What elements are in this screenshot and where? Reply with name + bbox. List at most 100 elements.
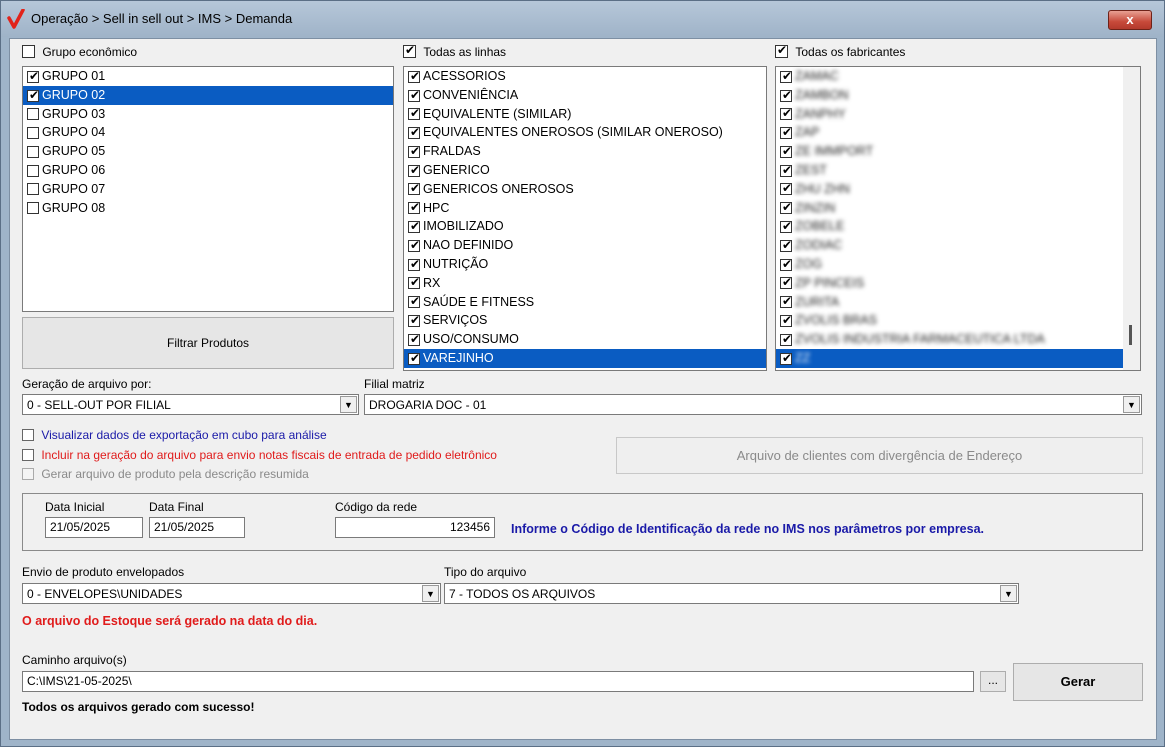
item-checkbox[interactable] (780, 88, 792, 103)
list-item[interactable]: FRALDAS (404, 142, 766, 161)
list-item[interactable]: ACESSORIOS (404, 67, 766, 86)
list-item[interactable]: NAO DEFINIDO (404, 236, 766, 255)
fabricantes-list[interactable]: ZAMAC ZAMBON ZANPHY ZAP ZE IMMPORT ZEST ZHU ZH… (775, 66, 1141, 371)
item-checkbox[interactable] (780, 163, 792, 178)
list-item[interactable]: ZP PINCEIS (776, 274, 1140, 293)
list-item[interactable]: CONVENIÊNCIA (404, 86, 766, 105)
linhas-list[interactable]: ACESSORIOS CONVENIÊNCIA EQUIVALENTE (SIMIL… (403, 66, 767, 371)
geracao-select[interactable]: 0 - SELL-OUT POR FILIAL ▼ (22, 394, 359, 415)
chevron-down-icon[interactable]: ▼ (1123, 396, 1140, 413)
list-item[interactable]: GRUPO 03 (23, 105, 393, 124)
visualizar-option[interactable]: Visualizar dados de exportação em cubo p… (22, 427, 327, 442)
list-item[interactable]: USO/CONSUMO (404, 330, 766, 349)
list-item[interactable]: GRUPO 06 (23, 161, 393, 180)
item-checkbox[interactable] (408, 200, 420, 215)
list-item[interactable]: GENERICOS ONEROSOS (404, 180, 766, 199)
list-item[interactable]: ZURITA (776, 293, 1140, 312)
item-checkbox[interactable] (780, 238, 792, 253)
item-checkbox[interactable] (780, 106, 792, 121)
linhas-all-checkbox[interactable] (403, 43, 416, 59)
fabricantes-scrollbar[interactable] (1123, 67, 1140, 370)
browse-button[interactable]: ... (980, 671, 1006, 692)
chevron-down-icon[interactable]: ▼ (422, 585, 439, 602)
list-item[interactable]: ZINZIN (776, 199, 1140, 218)
data-inicial-field[interactable]: 21/05/2025 (45, 517, 143, 538)
item-checkbox[interactable] (408, 144, 420, 159)
item-checkbox[interactable] (780, 275, 792, 290)
visualizar-checkbox[interactable] (22, 428, 34, 441)
list-item[interactable]: EQUIVALENTE (SIMILAR) (404, 105, 766, 124)
tipo-select[interactable]: 7 - TODOS OS ARQUIVOS ▼ (444, 583, 1019, 604)
item-checkbox[interactable] (27, 164, 39, 177)
item-checkbox[interactable] (780, 257, 792, 272)
item-checkbox[interactable] (408, 294, 420, 309)
list-item[interactable]: NUTRIÇÃO (404, 255, 766, 274)
codigo-rede-field[interactable]: 123456 (335, 517, 495, 538)
item-checkbox[interactable] (27, 145, 39, 158)
chevron-down-icon[interactable]: ▼ (340, 396, 357, 413)
item-checkbox[interactable] (27, 202, 39, 215)
list-item[interactable]: ZVOLIS INDUSTRIA FARMACEUTICA LTDA (776, 330, 1140, 349)
item-checkbox[interactable] (408, 238, 420, 253)
list-item[interactable]: GRUPO 07 (23, 180, 393, 199)
item-checkbox[interactable] (27, 69, 39, 84)
item-checkbox[interactable] (408, 69, 420, 84)
item-checkbox[interactable] (780, 200, 792, 215)
item-checkbox[interactable] (780, 294, 792, 309)
list-item[interactable]: GRUPO 08 (23, 199, 393, 218)
list-item[interactable]: ZODIAC (776, 236, 1140, 255)
item-checkbox[interactable] (780, 181, 792, 196)
divergencia-button[interactable]: Arquivo de clientes com divergência de E… (616, 437, 1143, 474)
fabricantes-all-checkbox[interactable] (775, 43, 788, 59)
list-item[interactable]: IMOBILIZADO (404, 217, 766, 236)
item-checkbox[interactable] (780, 125, 792, 140)
list-item[interactable]: ZZ (776, 348, 1140, 368)
item-checkbox[interactable] (27, 127, 39, 140)
item-checkbox[interactable] (27, 183, 39, 196)
item-checkbox[interactable] (408, 257, 420, 272)
data-final-field[interactable]: 21/05/2025 (149, 517, 245, 538)
fabricantes-header[interactable]: Todas os fabricantes (775, 43, 905, 59)
item-checkbox[interactable] (408, 275, 420, 290)
item-checkbox[interactable] (408, 125, 420, 140)
item-checkbox[interactable] (27, 108, 39, 121)
list-item[interactable]: HPC (404, 199, 766, 218)
item-checkbox[interactable] (780, 144, 792, 159)
list-item[interactable]: ZOBELE (776, 217, 1140, 236)
grupo-header[interactable]: Grupo econômico (22, 44, 137, 59)
list-item[interactable]: ZAMBON (776, 86, 1140, 105)
envio-select[interactable]: 0 - ENVELOPES\UNIDADES ▼ (22, 583, 441, 604)
caminho-field[interactable]: C:\IMS\21-05-2025\ (22, 671, 974, 692)
list-item[interactable]: ZVOLIS BRAS (776, 311, 1140, 330)
item-checkbox[interactable] (780, 219, 792, 234)
list-item[interactable]: ZE IMMPORT (776, 142, 1140, 161)
linhas-header[interactable]: Todas as linhas (403, 43, 506, 59)
list-item[interactable]: ZEST (776, 161, 1140, 180)
incluir-option[interactable]: Incluir na geração do arquivo para envio… (22, 447, 497, 462)
item-checkbox[interactable] (408, 219, 420, 234)
item-checkbox[interactable] (27, 88, 39, 103)
list-item[interactable]: GRUPO 02 (23, 85, 393, 105)
list-item[interactable]: SAÚDE E FITNESS (404, 293, 766, 312)
list-item[interactable]: GRUPO 05 (23, 142, 393, 161)
item-checkbox[interactable] (408, 332, 420, 347)
fabricantes-scroll-thumb[interactable] (1129, 325, 1132, 345)
item-checkbox[interactable] (780, 313, 792, 328)
item-checkbox[interactable] (780, 69, 792, 84)
item-checkbox[interactable] (408, 181, 420, 196)
list-item[interactable]: GRUPO 04 (23, 123, 393, 142)
item-checkbox[interactable] (408, 106, 420, 121)
list-item[interactable]: VAREJINHO (404, 348, 766, 368)
list-item[interactable]: GRUPO 01 (23, 67, 393, 86)
list-item[interactable]: RX (404, 274, 766, 293)
grupo-list[interactable]: GRUPO 01 GRUPO 02 GRUPO 03 GRUPO 04 GRUPO 05… (22, 66, 394, 312)
list-item[interactable]: ZAMAC (776, 67, 1140, 86)
filial-select[interactable]: DROGARIA DOC - 01 ▼ (364, 394, 1142, 415)
filtrar-produtos-button[interactable]: Filtrar Produtos (22, 317, 394, 369)
list-item[interactable]: ZHU ZHN (776, 180, 1140, 199)
gerar-button[interactable]: Gerar (1013, 663, 1143, 701)
grupo-all-checkbox[interactable] (22, 45, 35, 59)
item-checkbox[interactable] (408, 351, 420, 366)
item-checkbox[interactable] (408, 163, 420, 178)
chevron-down-icon[interactable]: ▼ (1000, 585, 1017, 602)
